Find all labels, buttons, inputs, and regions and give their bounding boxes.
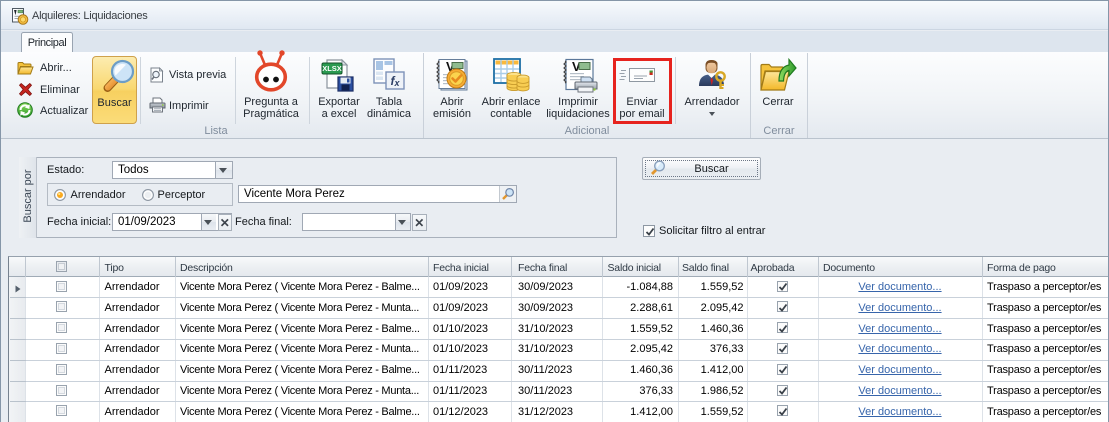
svg-text:XLSX: XLSX bbox=[322, 64, 342, 73]
